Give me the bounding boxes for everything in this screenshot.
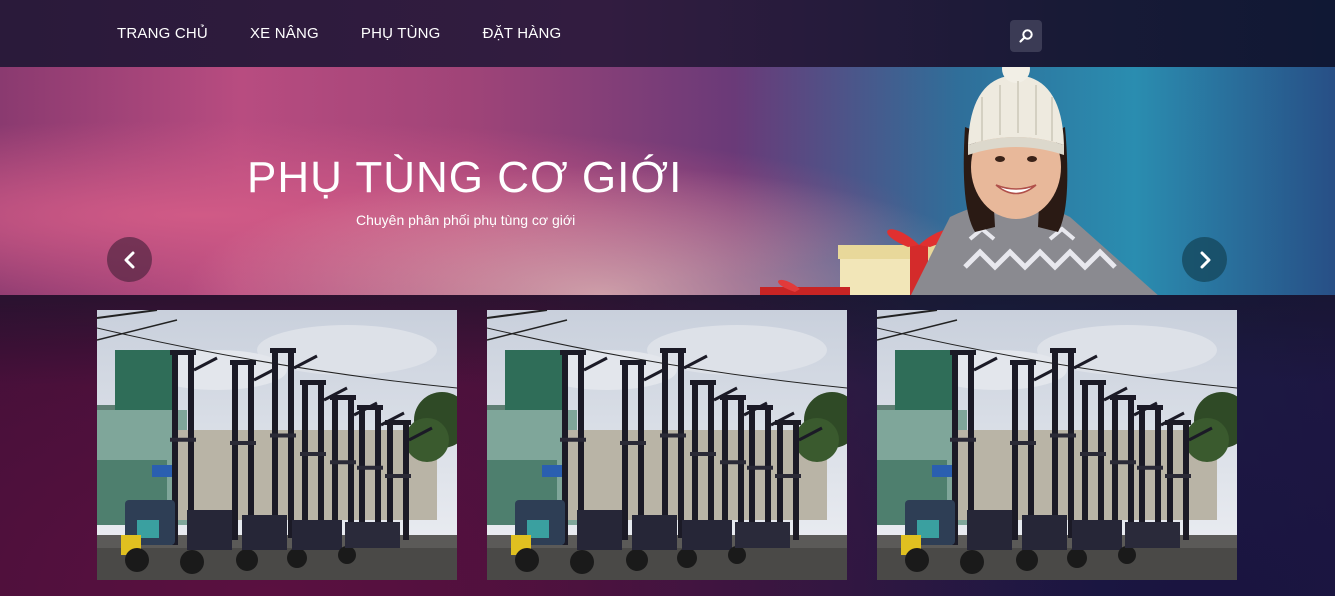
top-navbar: TRANG CHỦ XE NÂNG PHỤ TÙNG ĐẶT HÀNG: [0, 0, 1335, 68]
gallery-item-2[interactable]: [487, 310, 847, 580]
gallery-item-3[interactable]: [877, 310, 1237, 580]
hero-title: PHỤ TÙNG CƠ GIỚI: [247, 153, 683, 202]
slider-prev-button[interactable]: [107, 237, 152, 282]
gallery-item-1[interactable]: [97, 310, 457, 580]
menu-item-dat-hang[interactable]: ĐẶT HÀNG: [483, 25, 562, 42]
main-menu: TRANG CHỦ XE NÂNG PHỤ TÙNG ĐẶT HÀNG: [117, 0, 603, 67]
forklift-photo: [97, 310, 457, 580]
forklift-photo: [877, 310, 1237, 580]
chevron-right-icon: [1200, 251, 1210, 268]
chevron-left-icon: [124, 251, 134, 268]
forklift-photo: [487, 310, 847, 580]
menu-item-trang-chu[interactable]: TRANG CHỦ: [117, 25, 208, 42]
search-icon: [1019, 29, 1033, 43]
slider-next-button[interactable]: [1182, 237, 1227, 282]
menu-item-phu-tung[interactable]: PHỤ TÙNG: [361, 25, 441, 42]
search-button[interactable]: [1010, 20, 1042, 52]
hero-slider: PHỤ TÙNG CƠ GIỚI Chuyên phân phối phụ tù…: [0, 67, 1335, 295]
menu-item-xe-nang[interactable]: XE NÂNG: [250, 25, 319, 42]
hero-subtitle: Chuyên phân phối phụ tùng cơ giới: [356, 212, 576, 228]
model-with-gift-image: [760, 67, 1158, 295]
